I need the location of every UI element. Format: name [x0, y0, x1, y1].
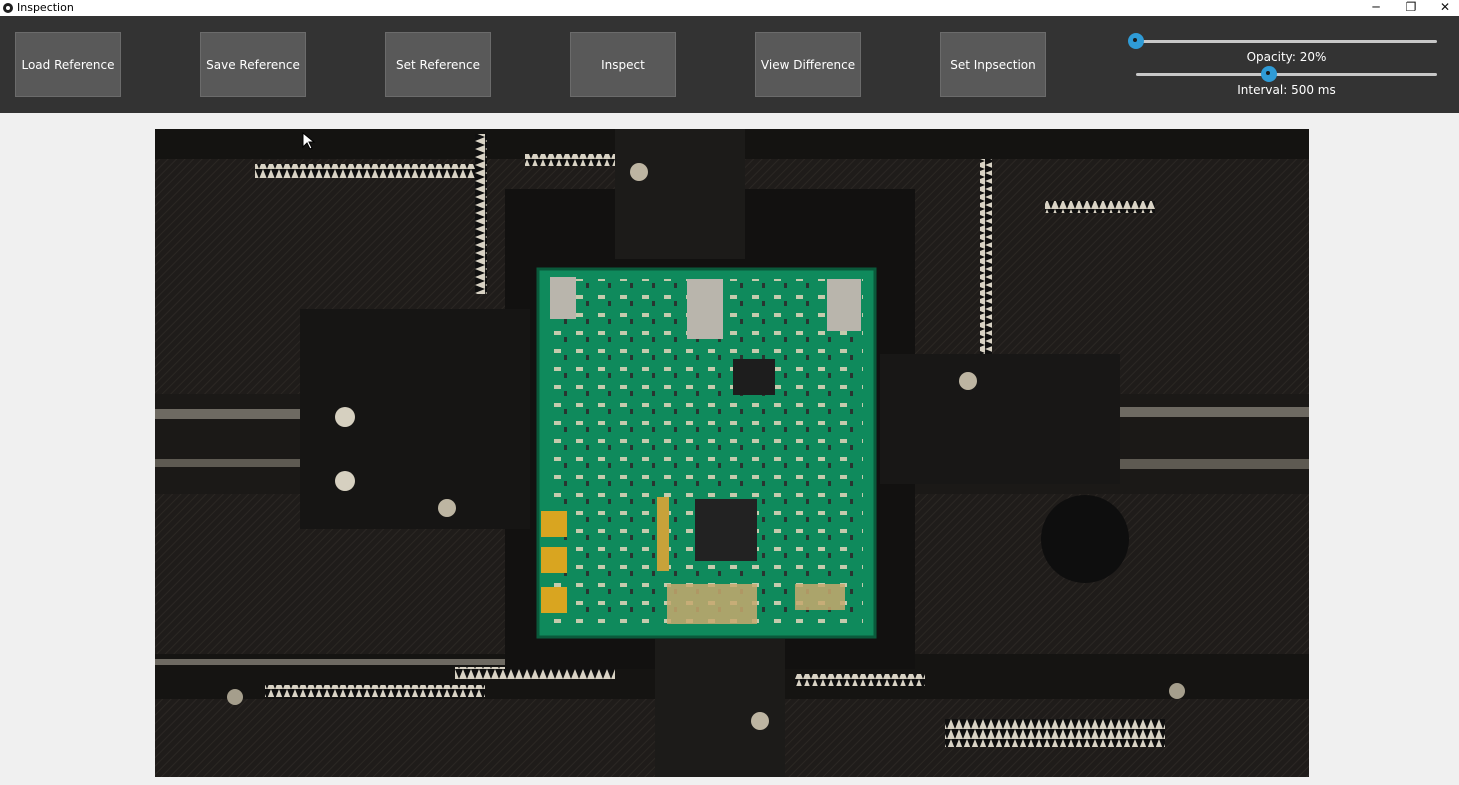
app-icon [3, 3, 13, 13]
set-inspection-button[interactable]: Set Inpsection [940, 32, 1046, 97]
minimize-icon[interactable]: ─ [1359, 0, 1393, 16]
maximize-icon[interactable]: ❐ [1394, 0, 1428, 16]
close-icon[interactable]: ✕ [1428, 0, 1459, 16]
set-reference-button[interactable]: Set Reference [385, 32, 491, 97]
title-bar: Inspection ─ ❐ ✕ [0, 0, 1459, 16]
opacity-slider-thumb[interactable] [1128, 33, 1144, 49]
opacity-label: Opacity: 20% [1246, 50, 1327, 64]
load-reference-button[interactable]: Load Reference [15, 32, 121, 97]
inspect-button[interactable]: Inspect [570, 32, 676, 97]
toolbar: Load Reference Save Reference Set Refere… [0, 16, 1459, 113]
interval-slider-thumb[interactable] [1261, 66, 1277, 82]
view-difference-button[interactable]: View Difference [755, 32, 861, 97]
interval-slider[interactable] [1136, 66, 1437, 82]
camera-feed-image [155, 129, 1309, 777]
interval-label: Interval: 500 ms [1237, 83, 1336, 97]
opacity-slider[interactable] [1128, 33, 1437, 49]
mouse-cursor-icon [302, 132, 316, 150]
save-reference-button[interactable]: Save Reference [200, 32, 306, 97]
window-title: Inspection [17, 1, 74, 14]
